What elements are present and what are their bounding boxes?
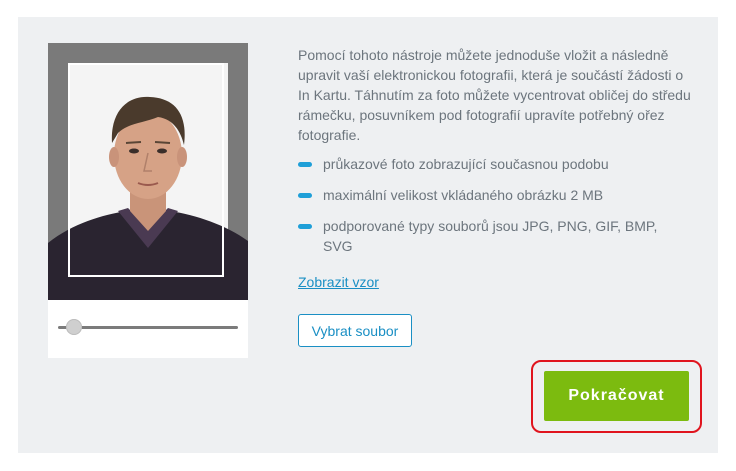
show-example-link[interactable]: Zobrazit vzor <box>298 274 379 290</box>
zoom-slider[interactable] <box>58 318 238 336</box>
bullet-icon <box>298 224 312 229</box>
portrait-photo <box>48 63 248 300</box>
photo-preview[interactable] <box>48 43 248 300</box>
list-item-text: podporované typy souborů jsou JPG, PNG, … <box>323 218 658 254</box>
bullet-icon <box>298 193 312 198</box>
zoom-slider-handle[interactable] <box>66 319 82 335</box>
instructions-text: Pomocí tohoto nástroje můžete jednoduše … <box>298 47 691 143</box>
photo-editor <box>48 43 248 358</box>
list-item-text: maximální velikost vkládaného obrázku 2 … <box>323 187 604 203</box>
bullet-icon <box>298 162 312 167</box>
zoom-slider-track[interactable] <box>58 326 238 329</box>
list-item-text: průkazové foto zobrazující současnou pod… <box>323 156 609 172</box>
requirements-list: průkazové foto zobrazující současnou pod… <box>298 154 688 267</box>
continue-button[interactable]: Pokračovat <box>544 371 689 421</box>
list-item: maximální velikost vkládaného obrázku 2 … <box>298 185 688 205</box>
list-item: průkazové foto zobrazující současnou pod… <box>298 154 688 174</box>
choose-file-button[interactable]: Vybrat soubor <box>298 314 412 347</box>
list-item: podporované typy souborů jsou JPG, PNG, … <box>298 216 688 256</box>
